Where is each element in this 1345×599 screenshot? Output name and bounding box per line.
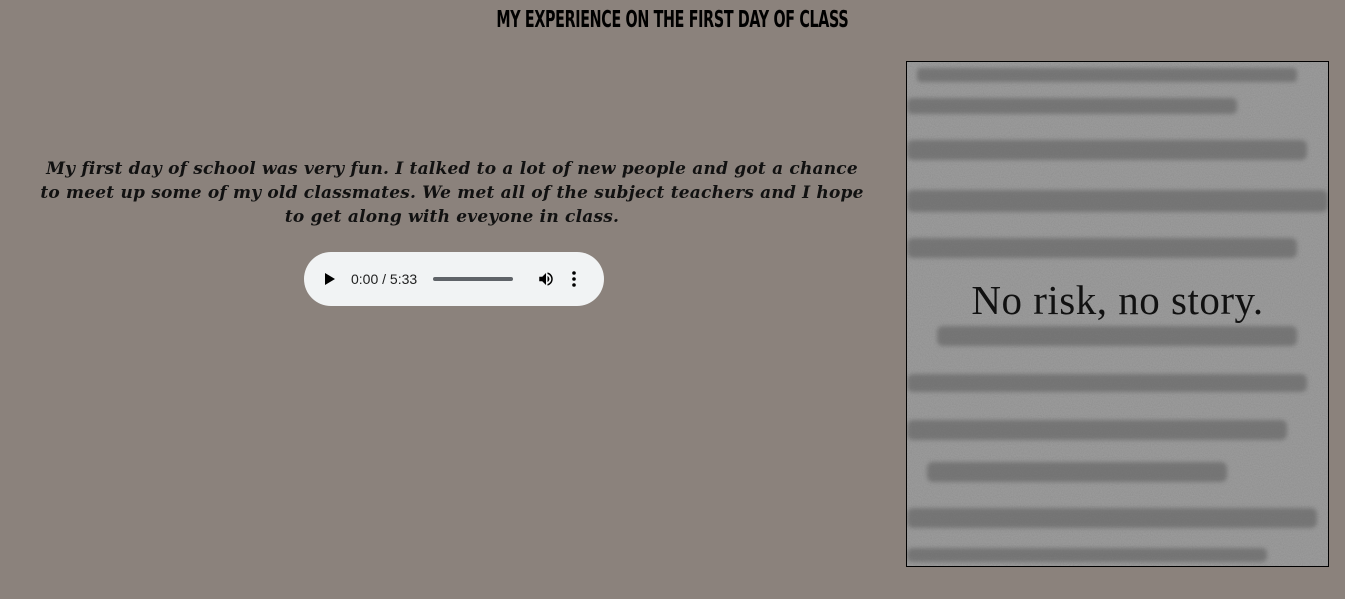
quote-caption: No risk, no story. (971, 277, 1264, 323)
volume-button[interactable] (535, 268, 557, 290)
more-vert-icon (572, 271, 576, 287)
volume-icon (539, 272, 553, 286)
progress-slider[interactable] (433, 277, 514, 281)
play-button[interactable] (320, 269, 340, 289)
play-icon (325, 273, 335, 285)
story-paragraph: My first day of school was very fun. I t… (40, 159, 864, 227)
audio-player[interactable]: 0:00 / 5:33 (304, 252, 604, 306)
quote-image: No risk, no story. (906, 61, 1329, 567)
time-display: 0:00 / 5:33 (351, 271, 418, 287)
more-options-button[interactable] (567, 268, 581, 290)
page-title: MY EXPERIENCE ON THE FIRST DAY OF CLASS (496, 7, 849, 33)
